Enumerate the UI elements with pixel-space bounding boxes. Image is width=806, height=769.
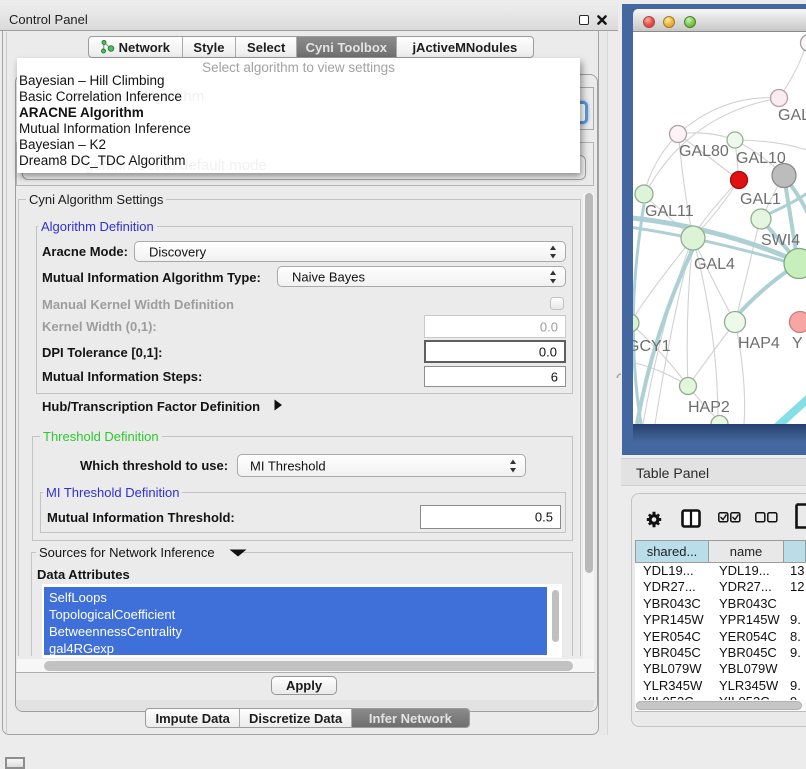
svg-text:GAL4: GAL4 [694,256,735,273]
svg-text:SWI4: SWI4 [761,232,800,249]
svg-text:GAL7: GAL7 [778,107,806,124]
svg-text:HAP2: HAP2 [688,399,730,416]
svg-text:GCY1: GCY1 [633,338,671,355]
svg-text:Y: Y [792,335,803,352]
svg-text:GAL11: GAL11 [645,203,694,220]
svg-text:GAL80: GAL80 [679,143,729,160]
svg-text:GAL10: GAL10 [736,150,786,167]
svg-text:GAL1: GAL1 [740,191,781,208]
svg-text:HAP4: HAP4 [738,335,780,352]
